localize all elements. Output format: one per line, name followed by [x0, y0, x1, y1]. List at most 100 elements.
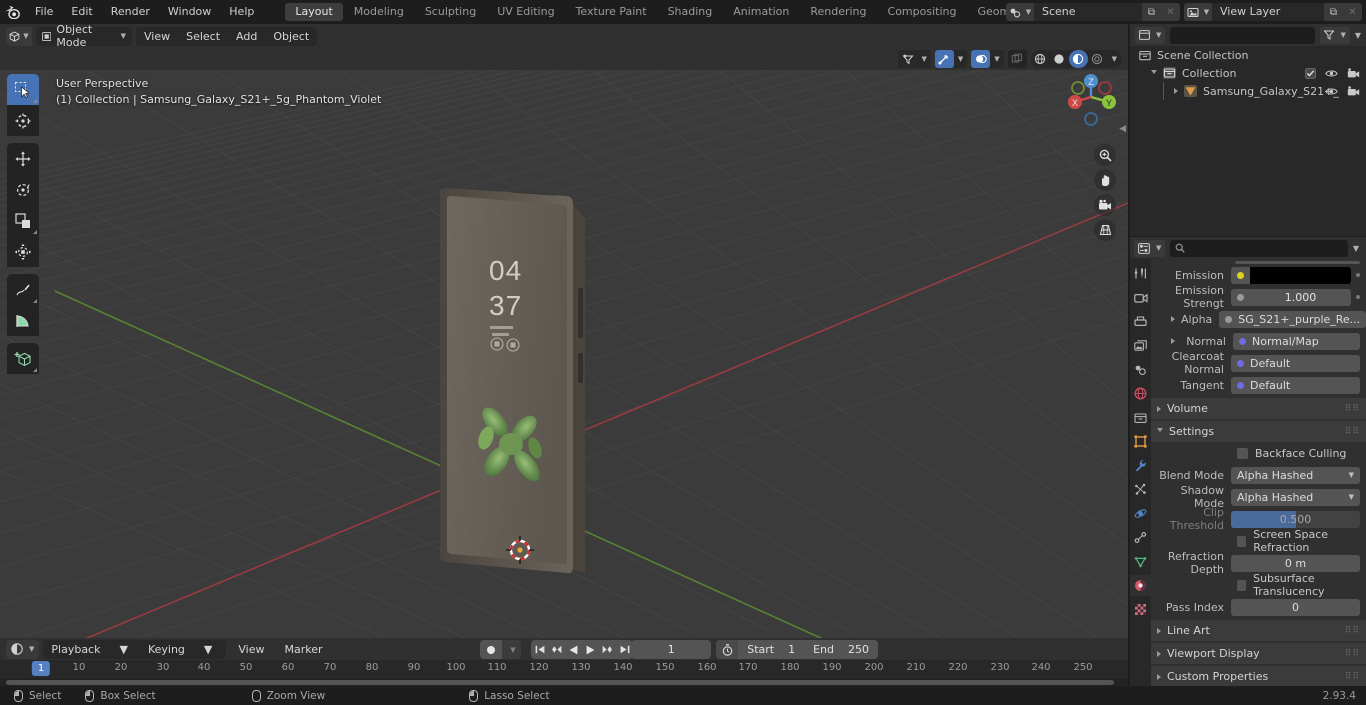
pass-index-field[interactable]: 0	[1231, 598, 1360, 616]
checkbox-icon[interactable]	[1305, 67, 1316, 79]
tab-layout[interactable]: Layout	[285, 3, 343, 21]
zoom-icon[interactable]	[1094, 144, 1116, 166]
overlays-group[interactable]: ▼	[971, 50, 1004, 68]
overlays-icon[interactable]	[971, 50, 991, 68]
play-reverse-icon[interactable]	[565, 640, 582, 659]
end-frame-field[interactable]: End 250	[804, 640, 878, 659]
menu-help[interactable]: Help	[220, 0, 263, 24]
camera-icon[interactable]	[1094, 194, 1116, 216]
xray-icon[interactable]	[1007, 50, 1027, 68]
transform-tool[interactable]	[7, 236, 39, 267]
menu-view[interactable]: View	[230, 640, 272, 659]
tangent-field[interactable]: Default	[1231, 376, 1360, 394]
object-types-visibility-icon[interactable]	[898, 50, 918, 68]
outliner-row-scene-collection[interactable]: Scene Collection	[1130, 46, 1366, 64]
menu-render[interactable]: Render	[102, 0, 159, 24]
panel-settings[interactable]: Settings ⠿⠿	[1151, 421, 1366, 442]
editor-type-selector[interactable]: ▼	[6, 26, 32, 46]
object-visibility-group[interactable]: ▼	[898, 50, 931, 68]
tab-texture-paint[interactable]: Texture Paint	[566, 3, 657, 21]
tab-shading[interactable]: Shading	[658, 3, 723, 21]
camera-render-icon[interactable]	[1347, 67, 1360, 79]
view-layer-name[interactable]: View Layer	[1212, 3, 1324, 21]
chevron-right-icon[interactable]	[1174, 88, 1178, 94]
rendered-shading-icon[interactable]	[1088, 50, 1107, 68]
jump-start-icon[interactable]	[531, 640, 548, 659]
chevron-right-icon[interactable]	[1171, 338, 1175, 344]
stopwatch-icon[interactable]	[716, 640, 739, 659]
properties-options-chevron[interactable]: ▼	[1353, 244, 1362, 253]
rotate-tool[interactable]	[7, 174, 39, 205]
auto-keying-chevron[interactable]: ▼	[502, 640, 521, 659]
tab-rendering[interactable]: Rendering	[800, 3, 876, 21]
outliner-row-object[interactable]: Samsung_Galaxy_S21+_	[1130, 82, 1366, 100]
duplicate-icon[interactable]: ⧉	[1324, 3, 1343, 21]
scene-name[interactable]: Scene	[1034, 3, 1142, 21]
menu-edit[interactable]: Edit	[62, 0, 101, 24]
move-tool[interactable]	[7, 143, 39, 174]
setting-subsurface-translucency[interactable]: Subsurface Translucency	[1151, 572, 1366, 598]
properties-search-input[interactable]	[1170, 239, 1348, 257]
animate-dot[interactable]	[1356, 295, 1360, 299]
object-square-icon[interactable]	[1130, 431, 1151, 452]
blender-logo-icon[interactable]	[0, 0, 26, 24]
x-icon[interactable]: ✕	[1161, 3, 1180, 21]
chevron-right-icon[interactable]	[1171, 316, 1175, 322]
checkbox-icon[interactable]	[1237, 447, 1248, 459]
physics-orbit-icon[interactable]	[1130, 503, 1151, 524]
tab-modeling[interactable]: Modeling	[344, 3, 414, 21]
chevron-down-icon[interactable]	[1151, 69, 1157, 77]
panel-line-art[interactable]: Line Art ⠿⠿	[1151, 620, 1366, 641]
images-icon[interactable]	[1130, 335, 1151, 356]
menu-marker[interactable]: Marker	[276, 640, 330, 659]
printer-icon[interactable]	[1130, 311, 1151, 332]
menu-view[interactable]: View	[136, 27, 178, 46]
checker-texture-icon[interactable]	[1130, 599, 1151, 620]
material-sphere-icon[interactable]	[1130, 575, 1151, 596]
emission-color-swatch[interactable]	[1250, 266, 1351, 284]
mesh-data-triangle-icon[interactable]	[1130, 551, 1151, 572]
menu-object[interactable]: Object	[265, 27, 317, 46]
material-preview-shading-icon[interactable]	[1068, 50, 1088, 68]
auto-keying-group[interactable]: ▼	[480, 640, 521, 659]
outliner-search-input[interactable]	[1170, 26, 1316, 44]
prev-keyframe-icon[interactable]	[548, 640, 565, 659]
gizmo-group[interactable]: ▼	[934, 50, 968, 68]
measure-tool[interactable]	[7, 305, 39, 336]
tab-sculpting[interactable]: Sculpting	[415, 3, 486, 21]
menu-select[interactable]: Select	[178, 27, 228, 46]
shadow-mode-dropdown[interactable]: Alpha Hashed ▼	[1231, 488, 1360, 506]
menu-window[interactable]: Window	[159, 0, 220, 24]
outliner-row-collection[interactable]: Collection	[1130, 64, 1366, 82]
panel-volume[interactable]: Volume ⠿⠿	[1151, 398, 1366, 419]
hand-pan-icon[interactable]	[1094, 169, 1116, 191]
clip-threshold-slider[interactable]: 0.500	[1231, 510, 1360, 528]
menu-keying[interactable]: Keying	[140, 640, 193, 659]
particles-icon[interactable]	[1130, 479, 1151, 500]
gizmo-icon[interactable]	[934, 50, 954, 68]
cursor-tool[interactable]	[7, 105, 39, 136]
menu-file[interactable]: File	[26, 0, 62, 24]
tab-compositing[interactable]: Compositing	[878, 3, 967, 21]
interaction-mode-selector[interactable]: Object Mode ▼	[36, 23, 132, 49]
refraction-depth-field[interactable]: 0 m	[1231, 554, 1360, 572]
emission-strength-field[interactable]: 1.000	[1231, 288, 1351, 306]
constraint-icon[interactable]	[1130, 527, 1151, 548]
shading-modes[interactable]: ▼	[1030, 50, 1122, 68]
panel-viewport-display[interactable]: Viewport Display ⠿⠿	[1151, 643, 1366, 664]
timeline-editor-icon[interactable]: ▼	[6, 639, 40, 659]
scene-cone-icon[interactable]	[1130, 359, 1151, 380]
checkbox-icon[interactable]	[1237, 535, 1247, 547]
3d-viewport[interactable]: 04 37 User Perspective (1) Collection | …	[0, 48, 1128, 638]
render-camera-icon[interactable]	[1130, 287, 1151, 308]
animate-dot[interactable]	[1356, 273, 1360, 277]
tweak-select-tool[interactable]	[7, 74, 39, 105]
sidebar-collapse-arrow[interactable]: ◀	[1119, 124, 1126, 134]
checkbox-icon[interactable]	[1237, 579, 1247, 591]
tool-icon[interactable]	[1130, 263, 1151, 284]
start-frame-field[interactable]: Start 1	[738, 640, 804, 659]
normal-link-field[interactable]: Normal/Map	[1233, 332, 1360, 350]
annotate-tool[interactable]	[7, 274, 39, 305]
filter-icon[interactable]: ▼	[1320, 26, 1350, 44]
eye-icon[interactable]	[1325, 69, 1338, 78]
